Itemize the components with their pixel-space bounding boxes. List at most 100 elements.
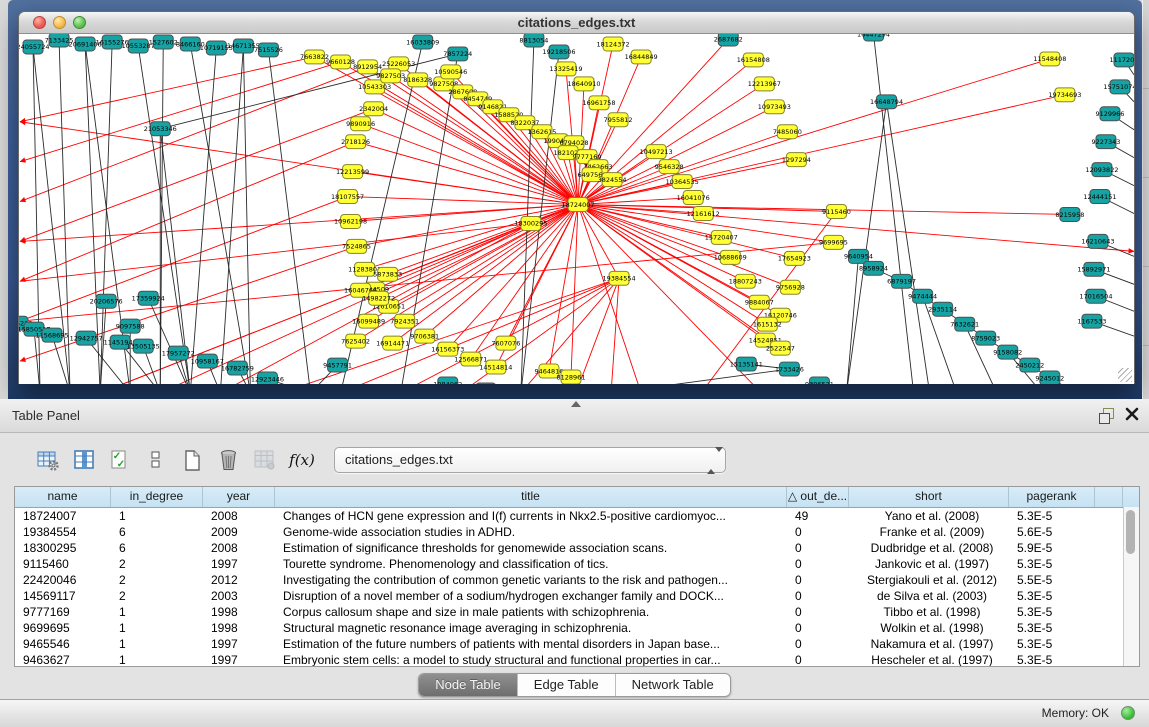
table-row[interactable]: 977716911998Corpus callosum shape and si… — [15, 604, 1139, 620]
table-settings-icon[interactable] — [36, 447, 60, 473]
graph-edge[interactable] — [578, 59, 1050, 205]
graph-node-label: 9660128 — [326, 58, 355, 66]
graph-edge[interactable] — [20, 62, 341, 162]
graph-edge[interactable] — [578, 205, 1134, 252]
table-row[interactable]: 946554611997Estimation of the future num… — [15, 636, 1139, 652]
tab-node-table[interactable]: Node Table — [419, 674, 518, 696]
graph-node-label: 10962198 — [334, 218, 367, 226]
network-window-titlebar[interactable]: citations_edges.txt — [19, 12, 1134, 34]
column-header-short[interactable]: short — [849, 487, 1009, 507]
column-header-title[interactable]: title — [275, 487, 787, 507]
graph-edge[interactable] — [571, 205, 578, 378]
table-row[interactable]: 911546021997Tourette syndrome. Phenomeno… — [15, 556, 1139, 572]
table-row[interactable]: 1830029562008Estimation of significance … — [15, 540, 1139, 556]
graph-edge[interactable] — [611, 278, 619, 384]
graph-edge[interactable] — [425, 205, 578, 337]
splitter-handle-icon[interactable] — [571, 401, 581, 407]
graph-edge[interactable] — [190, 48, 216, 384]
graph-edge[interactable] — [100, 42, 112, 384]
table-row[interactable]: 946362711997Embryonic stem cells: a mode… — [15, 652, 1139, 667]
table-row[interactable]: 1456911722003Disruption of a novel membe… — [15, 588, 1139, 604]
graph-edge[interactable] — [348, 197, 578, 205]
column-header-pagerank[interactable]: pagerank — [1009, 487, 1095, 507]
table-cell: Tourette syndrome. Phenomenology and cla… — [275, 556, 787, 572]
table-cell: 1 — [111, 604, 203, 620]
table-cell: 9699695 — [15, 620, 111, 636]
network-canvas[interactable]: 2405572471334252069140616155276105532871… — [19, 34, 1134, 384]
tab-edge-table[interactable]: Edge Table — [518, 674, 616, 696]
import-table-icon[interactable] — [252, 447, 276, 473]
memory-status-label: Memory: OK — [1042, 700, 1109, 727]
graph-node-label: 16156373 — [431, 345, 464, 353]
table-cell: 49 — [787, 508, 849, 524]
table-cell: 18724007 — [15, 508, 111, 524]
memory-status-led — [1121, 706, 1135, 720]
graph-edge[interactable] — [846, 102, 886, 384]
graph-node-label: 2342004 — [359, 105, 388, 113]
graph-node-label: 9158082 — [993, 348, 1022, 356]
graph-edge[interactable] — [549, 205, 578, 372]
table-row[interactable]: 1938455462009Genome-wide association stu… — [15, 524, 1139, 540]
select-rows-icon[interactable]: ✓ ✓ — [108, 447, 132, 473]
graph-edge[interactable] — [20, 122, 578, 205]
tab-network-table[interactable]: Network Table — [616, 674, 730, 696]
new-table-icon[interactable] — [180, 447, 204, 473]
close-panel-icon[interactable] — [1125, 407, 1139, 421]
graph-node-label: 7632621 — [950, 320, 979, 328]
scrollbar-thumb[interactable] — [1126, 510, 1135, 554]
graph-edge[interactable] — [20, 242, 833, 321]
table-cell: 2003 — [203, 588, 275, 604]
network-window[interactable]: citations_edges.txt 24055724713342520691… — [18, 11, 1135, 384]
column-header-name[interactable]: name — [15, 487, 111, 507]
graph-node[interactable] — [476, 383, 496, 384]
graph-edge[interactable] — [578, 205, 641, 384]
graph-node-label: 5873833 — [373, 271, 402, 279]
graph-edge[interactable] — [365, 205, 578, 270]
table-cell: Changes of HCN gene expression and I(f) … — [275, 508, 787, 524]
graph-edge[interactable] — [356, 142, 578, 205]
window-resize-grip[interactable] — [1118, 368, 1132, 382]
graph-edge[interactable] — [20, 246, 357, 361]
graph-edge[interactable] — [20, 223, 531, 281]
table-cell: Franke et al. (2009) — [849, 524, 1009, 540]
table-cell: 2 — [111, 556, 203, 572]
column-header-out_de[interactable]: △ out_de... — [787, 487, 849, 507]
table-panel-header: Table Panel — [0, 399, 1149, 433]
graph-edge[interactable] — [20, 142, 356, 282]
column-header-in_degree[interactable]: in_degree — [111, 487, 203, 507]
graph-edge[interactable] — [190, 44, 250, 384]
table-row[interactable]: 1872400712008Changes of HCN gene express… — [15, 508, 1139, 524]
graph-node-label: 7607076 — [491, 339, 520, 347]
graph-edge[interactable] — [379, 205, 578, 299]
column-visibility-icon[interactable] — [72, 447, 96, 473]
graph-edge[interactable] — [243, 46, 250, 384]
graph-node-label: 3824554 — [598, 176, 627, 184]
graph-node-label: 16782759 — [221, 364, 254, 372]
table-cell: de Silva et al. (2003) — [849, 588, 1009, 604]
table-cell: 2008 — [203, 540, 275, 556]
table-cell: Estimation of significance thresholds fo… — [275, 540, 787, 556]
graph-edge[interactable] — [389, 205, 578, 307]
function-builder-button[interactable]: f(x) — [288, 447, 316, 473]
table-cell: 1 — [111, 652, 203, 667]
float-panel-icon[interactable] — [1099, 408, 1115, 423]
row-height-icon[interactable] — [144, 447, 168, 473]
table-cell: 5.3E-5 — [1009, 652, 1095, 667]
graph-edge[interactable] — [20, 197, 348, 322]
graph-edge[interactable] — [874, 34, 914, 384]
graph-edge[interactable] — [448, 205, 578, 350]
table-scrollbar[interactable] — [1123, 507, 1139, 666]
column-header-filler[interactable] — [1095, 487, 1123, 507]
network-graph[interactable]: 2405572471334252069140616155276105532871… — [19, 34, 1134, 384]
graph-node-label: 9640954 — [844, 253, 873, 261]
delete-table-icon[interactable] — [216, 447, 240, 473]
column-header-year[interactable]: year — [203, 487, 275, 507]
table-row[interactable]: 969969511998Structural magnetic resonanc… — [15, 620, 1139, 636]
graph-node-label: 17359924 — [132, 295, 165, 303]
graph-node-label: 9097588 — [116, 322, 145, 330]
table-cell: 5.3E-5 — [1009, 604, 1095, 620]
graph-edge[interactable] — [20, 67, 368, 202]
table-selector-dropdown[interactable]: citations_edges.txt — [334, 447, 726, 473]
table-row[interactable]: 2242004622012Investigating the contribut… — [15, 572, 1139, 588]
graph-node-label: 15751074 — [1103, 83, 1134, 91]
